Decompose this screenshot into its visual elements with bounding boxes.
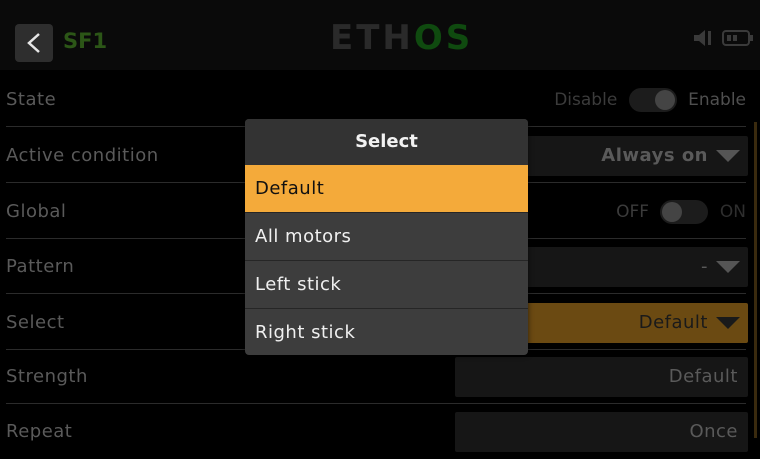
dropdown-arrow-icon — [716, 150, 740, 162]
scrollbar[interactable] — [754, 122, 757, 438]
toggle-off-label: OFF — [616, 202, 650, 222]
logo-prefix: ETH — [330, 18, 414, 58]
speaker-icon — [694, 30, 711, 46]
popup-option-all-motors[interactable]: All motors — [245, 212, 528, 260]
field-value: Default — [668, 366, 738, 387]
repeat-field[interactable]: Once — [455, 412, 748, 452]
chevron-left-icon — [27, 33, 40, 53]
row-label: State — [6, 89, 57, 110]
row-divider — [6, 403, 746, 404]
row-label: Active condition — [6, 145, 159, 166]
dropdown-value: Default — [638, 312, 708, 333]
toggle-switch[interactable] — [628, 88, 677, 112]
dropdown-arrow-icon — [716, 317, 740, 329]
global-toggle[interactable]: OFF ON — [616, 185, 746, 239]
status-icons — [692, 27, 755, 49]
row-label: Global — [6, 201, 67, 222]
back-button[interactable] — [15, 24, 53, 62]
row-repeat: Repeat Once — [0, 405, 760, 459]
toggle-switch[interactable] — [660, 200, 709, 224]
toggle-knob — [662, 202, 683, 222]
dropdown-value: Always on — [601, 145, 708, 166]
toggle-on-label: ON — [719, 202, 746, 222]
dropdown-value: - — [701, 256, 708, 277]
row-label: Strength — [6, 366, 88, 387]
strength-field[interactable]: Default — [455, 357, 748, 397]
row-label: Select — [6, 312, 65, 333]
logo-highlight: OS — [413, 18, 474, 58]
toggle-off-label: Disable — [554, 90, 618, 110]
state-toggle[interactable]: Disable Enable — [554, 73, 746, 127]
battery-icon — [722, 30, 754, 46]
toggle-on-label: Enable — [688, 90, 746, 110]
ethos-logo: ETHOS — [330, 18, 473, 58]
row-label: Pattern — [6, 256, 75, 277]
field-value: Once — [689, 421, 738, 442]
row-label: Repeat — [6, 421, 73, 442]
select-popup: Select Default All motors Left stick Rig… — [245, 119, 528, 355]
row-strength: Strength Default — [0, 350, 760, 404]
toggle-knob — [654, 90, 675, 110]
popup-title: Select — [245, 119, 528, 165]
popup-option-default[interactable]: Default — [245, 165, 528, 212]
popup-option-right-stick[interactable]: Right stick — [245, 308, 528, 355]
top-bar: SF1 ETHOS — [0, 0, 760, 70]
screen-title: SF1 — [63, 29, 108, 53]
dropdown-arrow-icon — [716, 261, 740, 273]
popup-option-left-stick[interactable]: Left stick — [245, 260, 528, 308]
